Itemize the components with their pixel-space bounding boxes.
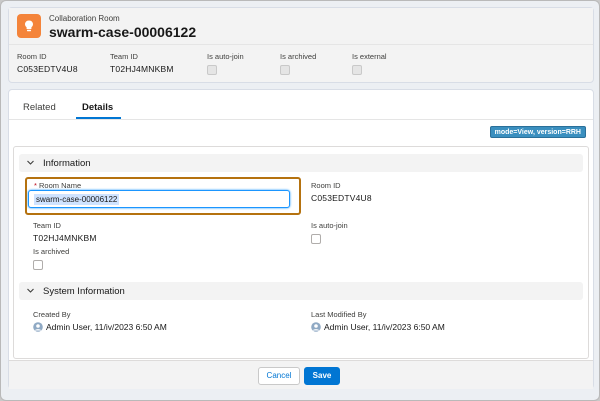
- user-avatar-icon: [311, 322, 321, 332]
- team-id-field: Team ID T02HJ4MNKBM: [33, 221, 97, 243]
- is-archived-checkbox[interactable]: [33, 260, 43, 270]
- record-header: Collaboration Room swarm-case-00006122 R…: [8, 7, 594, 83]
- chevron-down-icon: [27, 160, 34, 165]
- room-id-value: C053EDTV4U8: [311, 193, 372, 203]
- highlight-is-archived-label: Is archived: [280, 52, 317, 61]
- created-by-field: Created By Admin User, 11/iv/2023 6:50 A…: [33, 310, 167, 332]
- highlight-is-auto-join-label: Is auto-join: [207, 52, 244, 61]
- cancel-button[interactable]: Cancel: [258, 367, 300, 385]
- team-id-value: T02HJ4MNKBM: [33, 233, 97, 243]
- highlight-is-external-label: Is external: [352, 52, 387, 61]
- highlight-is-archived: Is archived: [280, 52, 316, 75]
- is-auto-join-field: Is auto-join: [311, 221, 348, 244]
- section-system-information-title: System Information: [43, 286, 125, 297]
- form-footer: Cancel Save: [9, 360, 593, 389]
- required-marker: *: [34, 181, 37, 190]
- save-button[interactable]: Save: [304, 367, 340, 385]
- last-modified-by-field: Last Modified By Admin User, 11/iv/2023 …: [311, 310, 445, 332]
- room-id-field: Room ID C053EDTV4U8: [311, 181, 372, 203]
- is-archived-field: Is archived: [33, 247, 69, 270]
- highlight-team-id-value: T02HJ4MNKBM: [110, 64, 174, 74]
- room-name-selected-text: swarm-case-00006122: [34, 194, 120, 205]
- room-name-label-group: * Room Name: [34, 181, 81, 190]
- section-system-information-header[interactable]: System Information: [19, 282, 583, 300]
- active-tab-indicator: [76, 117, 121, 119]
- team-id-label: Team ID: [33, 221, 61, 230]
- details-card: Related Details mode=View, version=RRH I…: [8, 89, 594, 389]
- user-avatar-icon: [33, 322, 43, 332]
- created-by-value-row: Admin User, 11/iv/2023 6:50 AM: [33, 322, 167, 332]
- last-modified-by-label: Last Modified By: [311, 310, 367, 319]
- highlight-room-id-label: Room ID: [17, 52, 47, 61]
- record-form: Information * Room Name swarm-case-00006…: [13, 146, 589, 359]
- highlight-team-id: Team ID T02HJ4MNKBM: [110, 52, 174, 74]
- mode-badge: mode=View, version=RRH: [489, 126, 586, 138]
- room-name-label-text: Room Name: [39, 181, 82, 190]
- is-auto-join-checkbox[interactable]: [311, 234, 321, 244]
- highlight-is-external-checkbox: [352, 65, 362, 75]
- section-information-header[interactable]: Information: [19, 154, 583, 172]
- section-information-title: Information: [43, 158, 91, 169]
- highlight-is-auto-join-checkbox: [207, 65, 217, 75]
- created-by-value[interactable]: Admin User, 11/iv/2023 6:50 AM: [46, 322, 167, 332]
- tab-bar: Related Details: [9, 90, 593, 120]
- created-by-label: Created By: [33, 310, 71, 319]
- highlight-is-external: Is external: [352, 52, 387, 75]
- last-modified-by-value[interactable]: Admin User, 11/iv/2023 6:50 AM: [324, 322, 445, 332]
- object-label: Collaboration Room: [49, 14, 120, 23]
- last-modified-by-value-row: Admin User, 11/iv/2023 6:50 AM: [311, 322, 445, 332]
- highlight-is-auto-join: Is auto-join: [207, 52, 244, 75]
- room-name-label: * Room Name: [34, 181, 81, 190]
- app-frame: Collaboration Room swarm-case-00006122 R…: [0, 0, 600, 401]
- room-id-label: Room ID: [311, 181, 341, 190]
- tab-related[interactable]: Related: [23, 102, 56, 120]
- record-header-top: Collaboration Room swarm-case-00006122: [9, 8, 593, 45]
- is-archived-label: Is archived: [33, 247, 70, 256]
- highlight-is-archived-checkbox: [280, 65, 290, 75]
- is-auto-join-label: Is auto-join: [311, 221, 348, 230]
- highlight-team-id-label: Team ID: [110, 52, 138, 61]
- lightbulb-glyph: [25, 20, 33, 32]
- page-title: swarm-case-00006122: [49, 24, 197, 40]
- lightbulb-icon: [17, 14, 41, 38]
- highlight-room-id-value: C053EDTV4U8: [17, 64, 78, 74]
- highlight-room-id: Room ID C053EDTV4U8: [17, 52, 78, 74]
- chevron-down-icon: [27, 288, 34, 293]
